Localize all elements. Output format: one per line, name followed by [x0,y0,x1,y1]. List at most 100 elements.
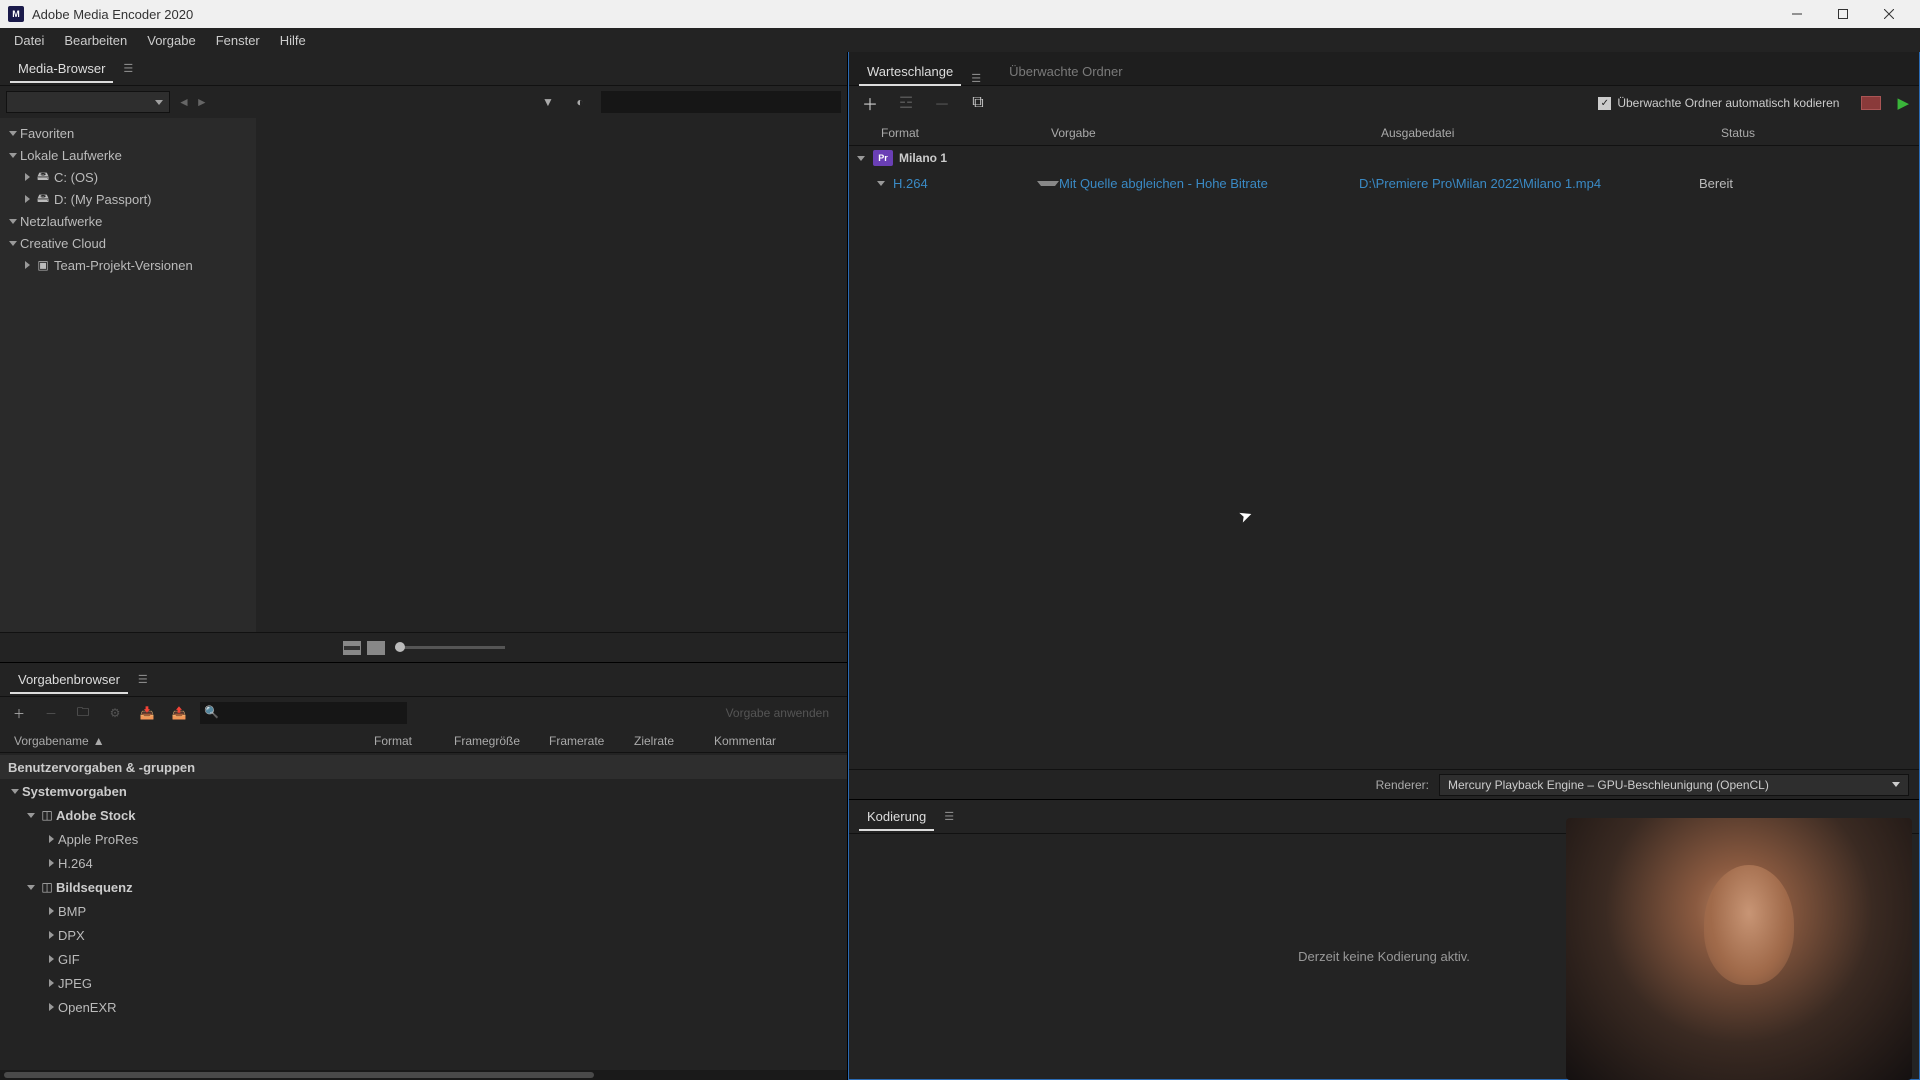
group-system-presets[interactable]: Systemvorgaben [22,784,127,799]
tree-network-drives[interactable]: Netzlaufwerke [20,214,102,229]
tree-local-drives[interactable]: Lokale Laufwerke [20,148,122,163]
queue-job-row[interactable]: Pr Milano 1 [849,146,1919,170]
queue-output-row[interactable]: H.264 Mit Quelle abgleichen - Hohe Bitra… [849,170,1919,196]
drive-icon: 🖴 [34,167,52,188]
auto-encode-checkbox[interactable]: ✓ [1598,97,1611,110]
col-output[interactable]: Ausgabedatei [1381,126,1721,140]
preset-h264[interactable]: H.264 [58,856,93,871]
renderer-dropdown[interactable]: Mercury Playback Engine – GPU-Beschleuni… [1439,774,1909,796]
panel-menu-icon[interactable]: ☰ [123,62,133,75]
menu-fenster[interactable]: Fenster [206,30,270,51]
menu-bar: Datei Bearbeiten Vorgabe Fenster Hilfe [0,28,1920,52]
panel-menu-icon[interactable]: ☰ [138,673,148,686]
menu-datei[interactable]: Datei [4,30,54,51]
tree-favorites[interactable]: Favoriten [20,126,74,141]
cursor-icon: ➤ [1236,504,1255,527]
col-kommentar[interactable]: Kommentar [708,734,847,748]
job-name: Milano 1 [899,151,947,165]
group-image-sequence[interactable]: Bildsequenz [56,880,133,895]
col-framerate[interactable]: Framerate [543,734,628,748]
tab-watched-folders[interactable]: Überwachte Ordner [1001,58,1130,85]
apply-preset-button[interactable]: Vorgabe anwenden [726,706,839,720]
mb-search-input[interactable] [601,91,841,113]
output-format[interactable]: H.264 [893,176,928,191]
app-icon: M [8,6,24,22]
remove-preset-button[interactable]: － [40,702,62,724]
queue-panel: Warteschlange ☰ Überwachte Ordner ＋ ☲ － … [849,52,1919,799]
renderer-label: Renderer: [1376,778,1429,792]
menu-bearbeiten[interactable]: Bearbeiten [54,30,137,51]
tab-queue[interactable]: Warteschlange [859,58,961,85]
drive-icon: 🖴 [34,189,52,210]
add-source-button[interactable]: ＋ [859,92,881,114]
preset-gif[interactable]: GIF [58,952,80,967]
menu-hilfe[interactable]: Hilfe [270,30,316,51]
ingest-icon[interactable]: ◐ [569,91,591,113]
col-status[interactable]: Status [1721,126,1919,140]
panel-menu-icon[interactable]: ☰ [971,72,981,85]
preset-openexr[interactable]: OpenEXR [58,1000,117,1015]
app-title: Adobe Media Encoder 2020 [32,7,1774,22]
tree-team-projects[interactable]: Team-Projekt-Versionen [54,258,193,273]
col-preset[interactable]: Vorgabe [1051,126,1381,140]
media-browser-panel: Media-Browser ☰ ◄ ► ▼ ◐ 🔍 [0,52,847,662]
new-group-button[interactable]: 🗀 [72,702,94,724]
close-button[interactable] [1866,0,1912,28]
col-zielrate[interactable]: Zielrate [628,734,708,748]
preset-settings-button[interactable]: ⚙ [104,702,126,724]
preset-dpx[interactable]: DPX [58,928,85,943]
col-framesize[interactable]: Framegröße [448,734,543,748]
import-preset-button[interactable]: 📥 [136,702,158,724]
thumbnail-size-slider[interactable] [395,646,505,649]
start-queue-button[interactable]: ▶ [1897,94,1909,112]
group-user-presets[interactable]: Benutzervorgaben & -gruppen [8,760,195,775]
premiere-icon: Pr [873,150,893,166]
maximize-button[interactable] [1820,0,1866,28]
duplicate-button[interactable]: ⧉ [967,92,989,114]
col-format[interactable]: Format [368,734,448,748]
preset-column-headers: Vorgabename ▲ Format Framegröße Framerate… [0,729,847,753]
preset-search-input[interactable] [200,702,407,724]
preset-bmp[interactable]: BMP [58,904,86,919]
auto-encode-label: Überwachte Ordner automatisch kodieren [1617,96,1839,110]
group-adobe-stock[interactable]: Adobe Stock [56,808,135,823]
list-view-button[interactable] [343,641,361,655]
output-file[interactable]: D:\Premiere Pro\Milan 2022\Milano 1.mp4 [1359,176,1699,191]
add-output-button[interactable]: ☲ [895,92,917,114]
thumbnail-view-button[interactable] [367,641,385,655]
sort-icon: ▲ [93,734,105,748]
remove-button[interactable]: － [931,92,953,114]
minimize-button[interactable] [1774,0,1820,28]
mb-tree[interactable]: Favoriten Lokale Laufwerke 🖴C: (OS) 🖴D: … [0,118,256,632]
col-format[interactable]: Format [881,126,1051,140]
horizontal-scrollbar[interactable] [0,1070,847,1080]
folder-icon: ◫ [38,808,56,822]
mb-content-area [256,118,847,632]
preset-apple-prores[interactable]: Apple ProRes [58,832,138,847]
media-browser-tab[interactable]: Media-Browser [10,55,113,82]
output-status: Bereit [1699,176,1919,191]
tree-drive-c[interactable]: C: (OS) [54,170,98,185]
menu-vorgabe[interactable]: Vorgabe [137,30,205,51]
title-bar: M Adobe Media Encoder 2020 [0,0,1920,28]
stop-queue-button[interactable] [1861,96,1881,110]
mb-location-dropdown[interactable] [6,91,170,113]
encoding-tab[interactable]: Kodierung [859,803,934,830]
export-preset-button[interactable]: 📤 [168,702,190,724]
panel-menu-icon[interactable]: ☰ [944,810,954,823]
preset-browser-tab[interactable]: Vorgabenbrowser [10,666,128,693]
add-preset-button[interactable]: ＋ [8,702,30,724]
col-name[interactable]: Vorgabename [14,734,89,748]
tree-drive-d[interactable]: D: (My Passport) [54,192,152,207]
preset-tree[interactable]: Benutzervorgaben & -gruppen Systemvorgab… [0,753,847,1070]
nav-forward-icon[interactable]: ► [196,95,208,109]
preset-jpeg[interactable]: JPEG [58,976,92,991]
preset-browser-panel: Vorgabenbrowser ☰ ＋ － 🗀 ⚙ 📥 📤 🔍 Vorgabe … [0,662,847,1080]
format-dropdown-icon[interactable] [1037,181,1059,186]
filter-icon[interactable]: ▼ [537,91,559,113]
nav-back-icon[interactable]: ◄ [178,95,190,109]
output-preset[interactable]: Mit Quelle abgleichen - Hohe Bitrate [1059,176,1359,191]
tree-creative-cloud[interactable]: Creative Cloud [20,236,106,251]
folder-icon: ◫ [38,880,56,894]
queue-body[interactable]: Pr Milano 1 H.264 Mit Quelle abgleichen … [849,146,1919,769]
